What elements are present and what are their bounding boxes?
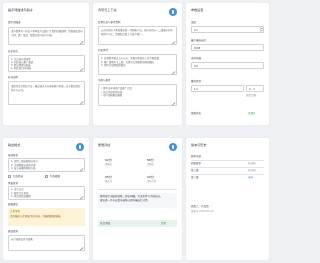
version-label: 版本记录 [191, 155, 202, 158]
format-line: 3. 每节末尾附简短小结 [11, 166, 36, 170]
range-field[interactable]: 0 – 2 [246, 85, 264, 92]
footer-value: 优秀 [161, 222, 167, 225]
format-textarea[interactable]: 1. 使用二级标题划分章节 2. 关键数据以表格呈现 3. 每节末尾附简短小结 [8, 158, 85, 172]
resize-grip-icon[interactable] [79, 194, 83, 198]
description-label: 提示词描述 [8, 21, 21, 24]
stat-label: 清晰度 [105, 163, 112, 166]
constraints-label: 约束条件 [98, 49, 109, 52]
card-stats: 质量评估 92分 清晰度 88分 完整度 95分 相关性 90分 可执行性 整体… [93, 138, 182, 260]
option-a-label: 包含目录 [13, 175, 24, 179]
top-p-field[interactable]: 0.9 [191, 62, 264, 69]
constraint-line: 3. 需符合品牌视觉规范 [101, 64, 126, 67]
card-stats-title: 质量评估 [98, 143, 111, 147]
history-row-name: 第三版 [191, 176, 199, 179]
history-row-value: 已归档 [248, 169, 256, 172]
style-line: 3. 术语需给出解释 [11, 194, 31, 198]
card-prompt-title: 提示词描述与指令 [8, 8, 33, 12]
warning-line: 请勿输出与主题无关的内容，并确保数据准确。 [10, 215, 63, 218]
status-value: 已保存 [248, 112, 256, 115]
notes-label: 补充说明 [8, 76, 19, 79]
style-textarea[interactable]: 1. 语气正式 2. 避免冗长修饰 3. 术语需给出解释 [8, 186, 85, 200]
resize-grip-icon[interactable] [79, 245, 83, 249]
help-icon[interactable] [76, 143, 84, 151]
author-label: 修改人：产品组 [191, 205, 209, 208]
divider [191, 174, 264, 175]
resize-grip-icon[interactable] [171, 100, 175, 104]
resize-grip-icon[interactable] [171, 39, 175, 43]
penalty-field[interactable]: 1.0 [191, 85, 244, 92]
description-textarea[interactable]: 请为我撰写一份关于本季度产品推广计划的详细说明，需要涵盖目标 人群、推广渠道、预… [8, 27, 85, 45]
date-label: 更新于 2024-05-12 [191, 210, 214, 213]
description-line: 人群、推广渠道、预算分配与执行节奏。 [11, 33, 55, 37]
temperature-value: 0.7 [194, 29, 198, 32]
resize-grip-icon[interactable] [79, 66, 83, 70]
footer-label: 综合评级 [100, 222, 111, 225]
card-params: 参数设置 温度 0.7 最大输出长度 2048 采样范围 0.9 重复惩罚 1.… [186, 3, 269, 125]
divider [98, 189, 177, 190]
length-label: 篇幅建议 [8, 203, 19, 206]
history-row-value: 已归档 [248, 162, 256, 165]
instructions-label: 分步指令 [8, 50, 19, 53]
help-icon[interactable] [169, 8, 177, 16]
resize-grip-icon[interactable] [79, 39, 83, 43]
temperature-stepper[interactable] [259, 27, 264, 32]
divider [191, 167, 264, 168]
final-label: 结语要求 [8, 230, 19, 233]
warning-title: 注意事项 [10, 210, 21, 213]
notes-textarea[interactable]: 请保持语言简洁专业，输出格式为分级标题与列表，总字数控制在 两千字以内。 [8, 81, 85, 105]
final-textarea[interactable]: 以行动建议作为结尾。 [8, 235, 85, 251]
background-line: 轻用户为主，需要配合线上与线下推广。 [101, 32, 145, 36]
card-prompt: 提示词描述与指令 提示词描述 请为我撰写一份关于本季度产品推广计划的详细说明，需… [3, 3, 89, 125]
status-label: 参数状态 [191, 112, 202, 115]
top-p-label: 采样范围 [191, 57, 202, 60]
summary-line: 整体提示词结构清晰，目标明确，约束条件与示例充分， [100, 195, 163, 198]
instruction-line: 4. 制定执行时间线 [11, 67, 31, 71]
history-row-name: 初始版本 [191, 162, 202, 165]
stat-label: 完整度 [147, 163, 154, 166]
card-history: 版本与历史 版本记录 初始版本 已归档 第二版 已归档 第三版 当前 修改人：产… [186, 138, 269, 260]
resize-grip-icon[interactable] [171, 69, 175, 73]
penalty-label: 重复惩罚 [191, 80, 202, 83]
card-history-title: 版本与历史 [191, 143, 207, 147]
max-tokens-label: 最大输出长度 [191, 39, 207, 42]
style-label: 风格要求 [8, 182, 19, 185]
format-label: 格式要求 [8, 154, 19, 157]
max-tokens-field[interactable]: 2048 [191, 44, 264, 51]
stat-label: 相关性 [105, 180, 112, 183]
range-label: 取值范围 [246, 94, 257, 97]
option-a-checkbox[interactable] [8, 175, 11, 178]
resize-grip-icon[interactable] [79, 99, 83, 103]
top-p-value: 0.9 [194, 65, 198, 68]
temperature-field[interactable]: 0.7 [191, 26, 264, 33]
penalty-value: 1.0 [194, 88, 198, 91]
history-row-value: 当前 [248, 176, 254, 179]
card-format-title: 输出格式 [8, 143, 21, 147]
card-params-title: 参数设置 [191, 8, 204, 12]
range-value: 0 – 2 [249, 88, 255, 91]
background-label: 背景信息与参考资料 [98, 21, 121, 24]
examples-label: 示例与参考 [98, 79, 111, 82]
history-row-name: 第二版 [191, 169, 199, 172]
examples-textarea[interactable]: • 参考去年同类产品推广方案 • 竞品活动案例分析 • 用户调研报告摘要 [98, 84, 177, 106]
summary-line: 建议进一步补充受众画像以提升输出针对性。 [100, 199, 151, 202]
example-line: • 用户调研报告摘要 [101, 94, 123, 97]
note-line: 两千字以内。 [11, 88, 26, 92]
stat-label: 可执行性 [147, 180, 157, 183]
constraints-textarea[interactable]: 1. 总预算不超过五十万元，需要分阶段投入并定期复盘 2. 推广周期为十二周，关… [98, 54, 177, 75]
divider [191, 160, 264, 161]
option-b-label: 包含摘要 [50, 175, 61, 179]
card-format: 输出格式 格式要求 1. 使用二级标题划分章节 2. 关键数据以表格呈现 3. … [3, 138, 89, 260]
help-icon[interactable] [169, 143, 177, 151]
final-line: 以行动建议作为结尾。 [11, 238, 35, 241]
card-context: 背景与上下文 背景信息与参考资料 公司计划在下季度推出新一代智能产品，目标市场以… [93, 3, 182, 125]
option-b-checkbox[interactable] [45, 175, 48, 178]
background-textarea[interactable]: 公司计划在下季度推出新一代智能产品，目标市场以一二线城市的年 轻用户为主，需要配… [98, 26, 177, 45]
instructions-textarea[interactable]: 1. 先分析市场现状 2. 列出核心推广渠道 3. 给出预算分配表 4. 制定执… [8, 55, 85, 72]
max-tokens-value: 2048 [194, 47, 201, 50]
card-context-title: 背景与上下文 [98, 8, 117, 12]
resize-grip-icon[interactable] [79, 166, 83, 170]
temperature-label: 温度 [191, 21, 197, 24]
